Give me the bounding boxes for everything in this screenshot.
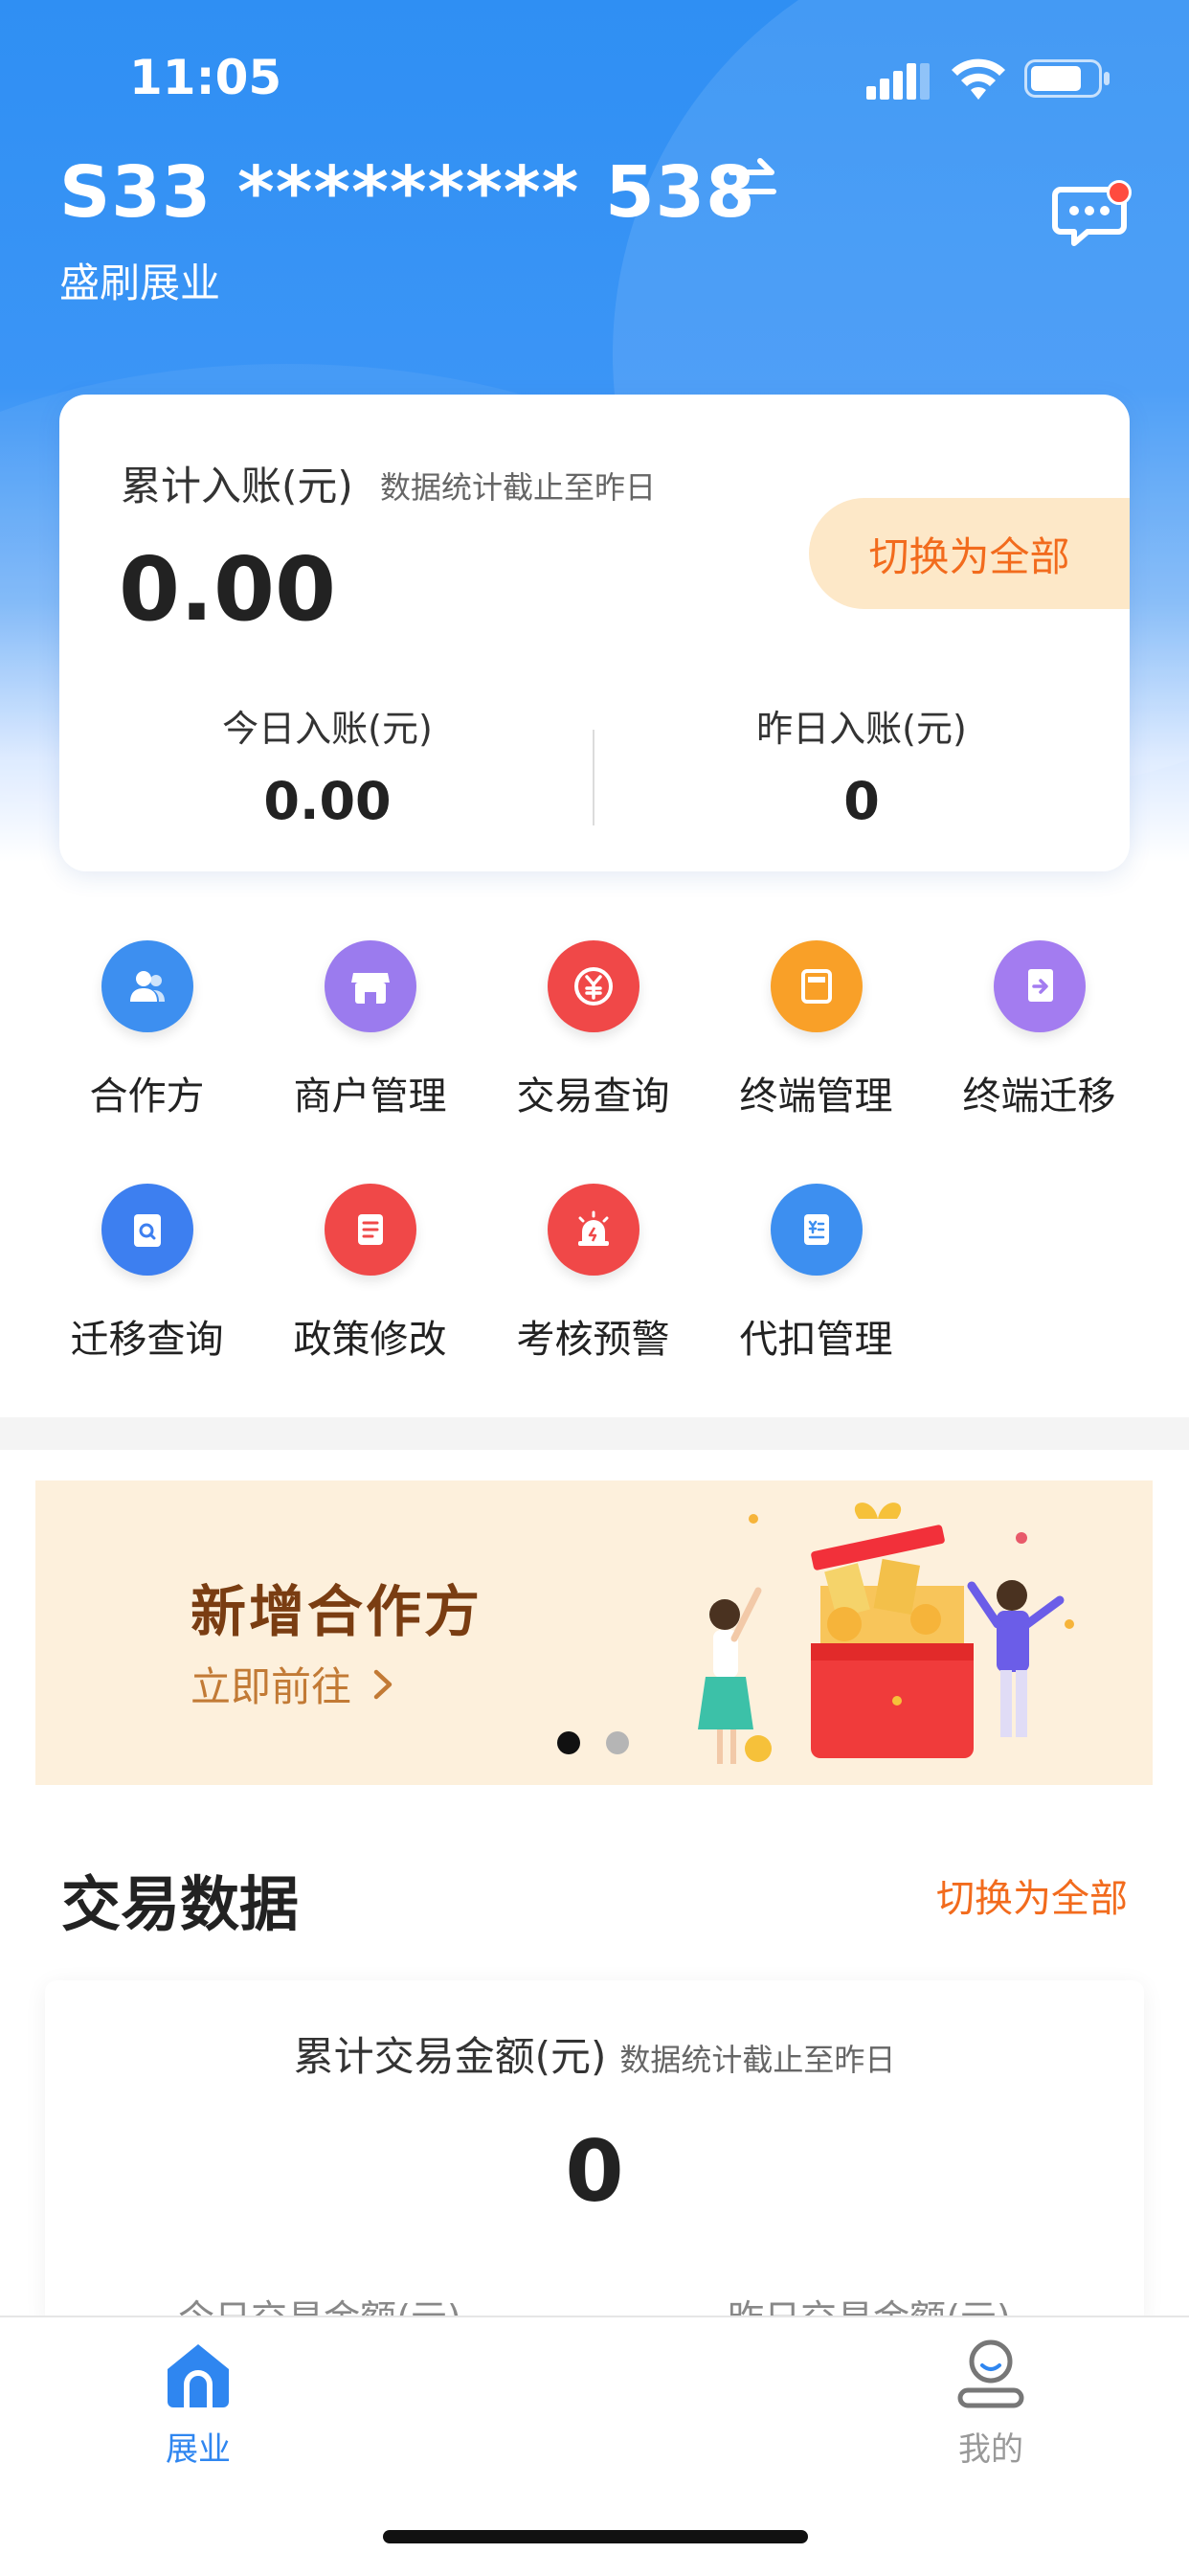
menu-label: 迁移查询 [70,1318,224,1362]
transaction-card: 累计交易金额(元) 数据统计截止至昨日 0 今日交易金额(元) 昨日交易金额(元) [45,1980,1144,2325]
migrate-icon [993,940,1086,1032]
terminal-icon [770,940,863,1032]
menu-label: 商户管理 [293,1074,447,1119]
menu-label: 终端管理 [739,1074,893,1119]
company-name: 盛刷展业 [59,260,221,306]
menu-item-terminal-management[interactable]: 终端管理 [705,940,928,1120]
transaction-total-heading: 累计交易金额(元) 数据统计截止至昨日 [45,2024,1144,2083]
carousel-dot[interactable] [606,1731,629,1754]
currency-exchange-icon [547,940,639,1032]
home-icon [168,2344,229,2410]
store-icon [324,940,416,1032]
switch-account-icon[interactable] [724,153,781,211]
tab-home[interactable]: 展业 [102,2337,294,2470]
home-indicator [383,2530,808,2543]
yesterday-income-label: 昨日入账(元) [756,708,967,750]
menu-label: 交易查询 [516,1074,670,1119]
section-title: 交易数据 [61,1869,300,1939]
withhold-doc-icon [770,1184,863,1276]
account-number: S33 ********* 538 [59,151,756,234]
gift-box-illustration [698,1503,1074,1764]
partners-icon [101,940,193,1032]
yesterday-income: 昨日入账(元) 0 [594,699,1130,831]
data-cutoff-note: 数据统计截止至昨日 [380,469,657,506]
chevron-right-icon [372,1663,393,1710]
menu-item-withholding-management[interactable]: 代扣管理 [705,1184,928,1364]
menu-item-partners[interactable]: 合作方 [35,940,258,1120]
status-bar: 11:05 [0,0,1189,144]
data-cutoff-note: 数据统计截止至昨日 [619,2042,896,2078]
profile-icon [957,2339,1024,2408]
menu-label: 政策修改 [293,1318,447,1362]
today-income-label: 今日入账(元) [222,708,433,750]
transaction-total-label: 累计交易金额(元) [293,2033,607,2080]
total-income-label: 累计入账(元) [121,463,353,509]
section-separator [0,1417,1189,1450]
banner-title: 新增合作方 [191,1579,483,1644]
alarm-icon [547,1184,639,1276]
battery-icon [1024,59,1110,98]
transaction-total-value: 0 [565,2122,624,2221]
summary-card: 累计入账(元) 数据统计截止至昨日 0.00 切换为全部 今日入账(元) 0.0… [59,395,1130,871]
banner-link[interactable]: 立即前往 [191,1655,393,1713]
menu-label: 合作方 [89,1074,205,1119]
notification-badge [1107,180,1132,205]
today-income: 今日入账(元) 0.00 [59,699,595,831]
menu-label: 考核预警 [516,1318,670,1362]
menu-item-transaction-query[interactable]: 交易查询 [482,940,705,1120]
menu-item-terminal-migration[interactable]: 终端迁移 [928,940,1151,1120]
tab-mine[interactable]: 我的 [895,2337,1087,2470]
menu-label: 终端迁移 [962,1074,1116,1119]
policy-doc-icon [324,1184,416,1276]
tab-label: 我的 [958,2430,1023,2469]
menu-item-merchant-management[interactable]: 商户管理 [258,940,482,1120]
menu-item-assessment-warning[interactable]: 考核预警 [482,1184,705,1364]
promo-banner[interactable]: 新增合作方 立即前往 [35,1480,1153,1785]
today-income-value: 0.00 [263,771,392,831]
yesterday-income-value: 0 [843,771,880,831]
menu-item-policy-edit[interactable]: 政策修改 [258,1184,482,1364]
banner-link-label: 立即前往 [191,1663,352,1710]
wifi-icon [952,58,1005,100]
cellular-signal-icon [866,63,930,100]
status-time: 11:05 [129,50,282,105]
carousel-dot-active[interactable] [557,1731,580,1754]
transaction-switch-all-button[interactable]: 切换为全部 [936,1867,1128,1923]
menu-item-migration-query[interactable]: 迁移查询 [35,1184,258,1364]
tab-label: 展业 [166,2430,231,2469]
total-income-value: 0.00 [119,538,336,641]
switch-all-button[interactable]: 切换为全部 [809,498,1130,609]
search-doc-icon [101,1184,193,1276]
menu-label: 代扣管理 [739,1318,893,1362]
